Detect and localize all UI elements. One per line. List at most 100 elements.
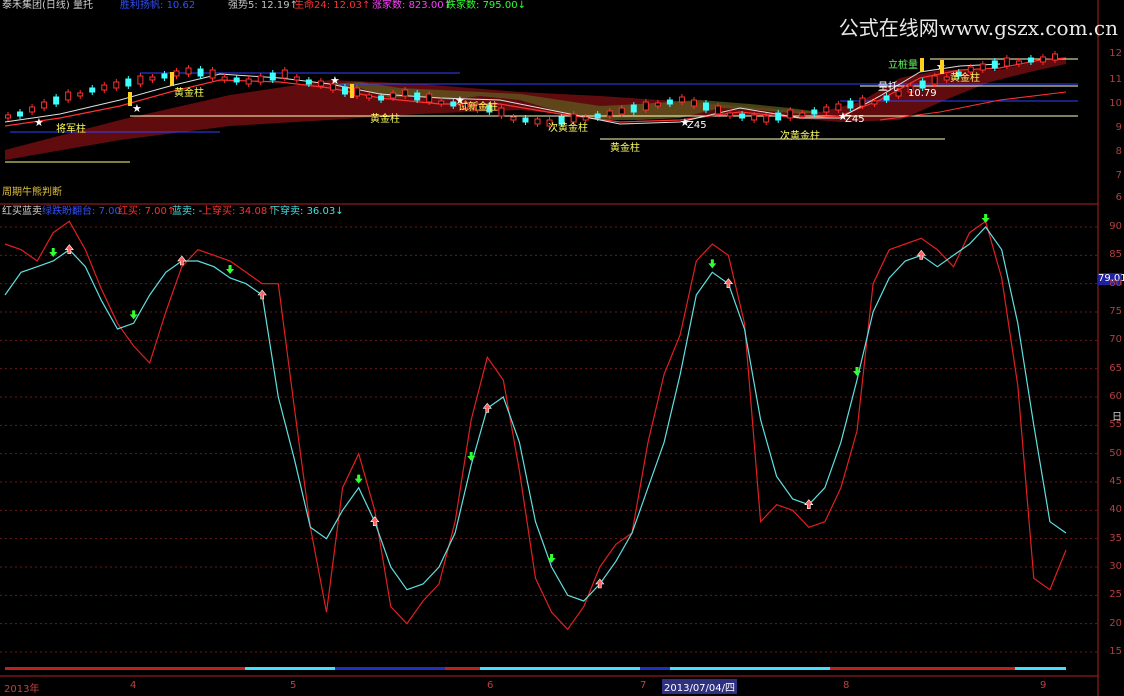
oscillator-title: 红买蓝卖 (2, 206, 42, 217)
stock-title: 泰禾集团(日线) 量托 (2, 0, 93, 11)
candle-body (149, 76, 156, 81)
buy-arrow-icon (723, 278, 734, 288)
candle-body (221, 76, 228, 81)
candle-body (787, 109, 794, 119)
candle-body (137, 75, 144, 85)
candle-body (173, 70, 180, 77)
candle-body (17, 111, 24, 117)
candle-body (715, 105, 722, 115)
candle-body (775, 112, 782, 121)
osc-axis-tick: 35 (1109, 532, 1122, 544)
sell-arrow-icon (547, 554, 556, 563)
golden-bar (920, 58, 924, 72)
price-axis-tick: 12 (1109, 48, 1122, 59)
osc-axis-tick: 45 (1109, 476, 1122, 487)
candle-body (41, 101, 48, 109)
indicator-item-1: 胜利扬帆: 10.62 (120, 0, 196, 11)
signal-segment (335, 667, 445, 670)
candle-body (678, 96, 685, 103)
price-axis-tick: 11 (1109, 74, 1122, 85)
candle-body (763, 115, 770, 123)
watermark: 公式在线网www.gszx.com.cn (838, 16, 1118, 40)
blue-line (4, 226, 1067, 602)
candle-body (53, 96, 60, 105)
indicator-item-2: 强势5: 12.19↑ (228, 0, 298, 11)
candle-body (185, 67, 192, 75)
annotation-z45-2: Z45 (845, 114, 865, 125)
oscillator-gridlines (0, 226, 1098, 653)
osc-axis-tick: 80 (1109, 277, 1122, 289)
osc-axis-tick: 70 (1109, 334, 1122, 346)
signal-strip (5, 667, 1066, 670)
candle-body (727, 112, 734, 117)
candle-body (1015, 60, 1022, 65)
candle-body (426, 93, 433, 103)
date-label: 2013年 (4, 684, 40, 695)
candle-body (113, 81, 120, 89)
candle-body (281, 69, 288, 79)
candle-body (594, 113, 601, 119)
star-icon: ★ (132, 102, 142, 115)
candle-body (943, 76, 950, 81)
golden-bar (350, 84, 354, 98)
candle-body (257, 75, 264, 83)
candle-body (498, 107, 505, 117)
date-label: 7 (640, 680, 647, 691)
annotation-huangjinzhu-3: 黄金柱 (610, 143, 640, 154)
sell-arrow-icon (226, 265, 235, 274)
candle-body (390, 92, 397, 99)
candle-body (161, 73, 168, 79)
osc-item-2: 红买: 7.00↑ (118, 206, 176, 217)
price-axis-tick: 8 (1115, 146, 1122, 157)
indicator-item-3: 生命24: 12.03↑ (294, 0, 371, 11)
candle-body (799, 112, 806, 117)
buy-arrow-icon (482, 402, 492, 413)
candle-body (29, 106, 36, 113)
candle-body (1039, 56, 1046, 63)
candle-body (402, 89, 409, 97)
candle-body (654, 102, 661, 107)
signal-segment (5, 667, 245, 670)
signal-segment (670, 667, 830, 670)
signal-segment (245, 667, 335, 670)
annotation-shiwujinzhu: 试新金柱 (458, 102, 498, 113)
candle-body (77, 92, 84, 97)
signal-segment (1015, 667, 1066, 670)
signal-segment (445, 667, 480, 670)
candle-body (65, 91, 72, 101)
annotation-cihuangjinzhu-2: 次黄金柱 (780, 131, 820, 142)
candle-body (606, 110, 613, 117)
osc-axis-tick: 30 (1109, 561, 1122, 572)
sell-arrow-icon (981, 214, 990, 223)
osc-axis-tick: 60 (1109, 391, 1122, 402)
candle-body (534, 118, 541, 125)
osc-item-5: 下穿卖: 36.03↓ (270, 206, 344, 217)
osc-axis-tick: 85 (1109, 249, 1122, 261)
annotation-huangjinzhu-4: 黄金柱 (950, 73, 980, 84)
candle-body (739, 113, 746, 119)
annotation-beituo: 量托 (878, 82, 898, 93)
osc-axis-tick: 75 (1109, 306, 1122, 317)
buy-arrow-icon (257, 289, 267, 300)
golden-bar (128, 92, 132, 106)
chart-canvas[interactable]: ★★★★★★★ (0, 0, 1124, 696)
indicator-item-5: 跌家数: 795.00↓ (446, 0, 526, 11)
price-axis-tick: 10 (1109, 98, 1122, 109)
indicator-item-4: 涨家数: 823.00↑ (372, 0, 452, 11)
candle-body (1027, 57, 1034, 63)
candle-body (979, 63, 986, 71)
osc-item-3: 蓝卖: - (172, 206, 203, 217)
candle-body (991, 60, 998, 69)
date-label: 4 (130, 680, 137, 691)
candle-body (305, 79, 312, 85)
star-icon: ★ (330, 74, 340, 87)
golden-bar (940, 60, 944, 74)
candle-body (209, 69, 216, 79)
candle-body (293, 76, 300, 81)
candle-body (510, 116, 517, 121)
candle-body (414, 92, 421, 101)
candle-body (630, 104, 637, 113)
osc-axis-tick: 25 (1109, 589, 1122, 601)
chart-window[interactable]: ★★★★★★★ 泰禾集团(日线) 量托 胜利扬帆: 10.62 强势5: 12.… (0, 0, 1124, 696)
candle-body (233, 77, 240, 83)
